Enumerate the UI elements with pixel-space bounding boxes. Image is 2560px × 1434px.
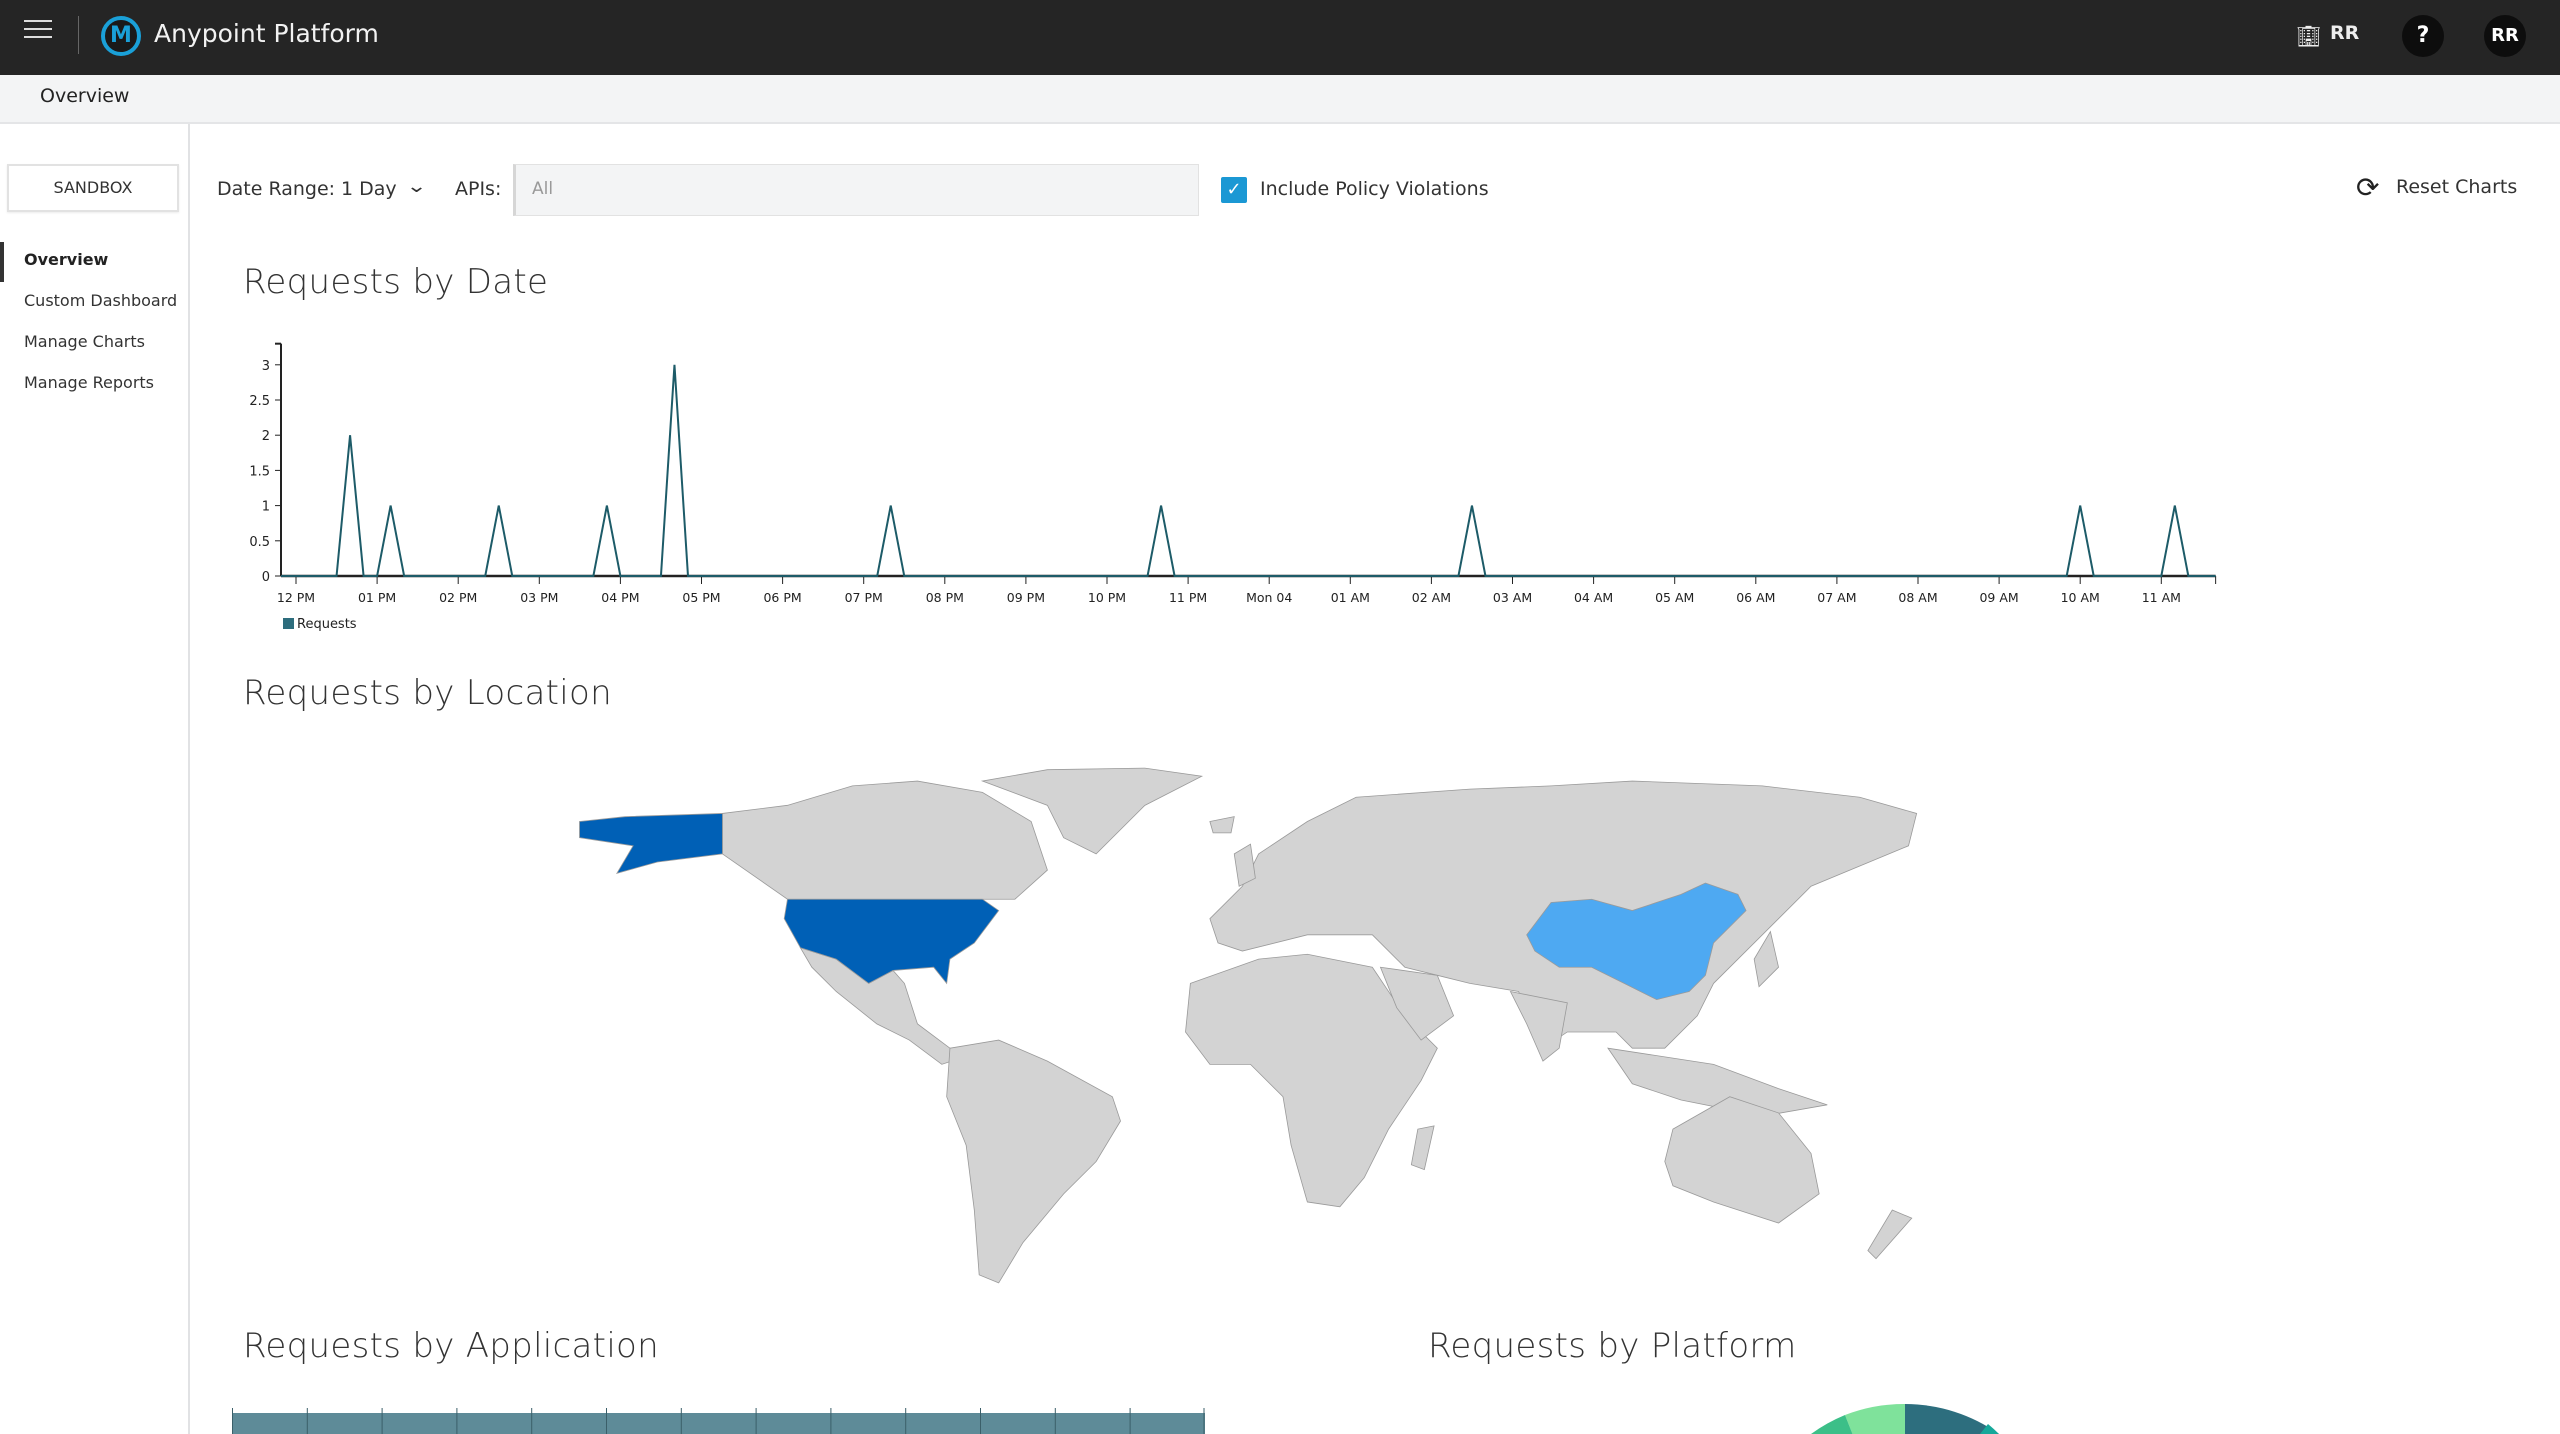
active-indicator <box>0 242 4 282</box>
x-tick-label: Mon 04 <box>1246 590 1292 605</box>
x-tick-label: 05 PM <box>682 590 720 605</box>
y-tick-label: 0.5 <box>249 535 270 550</box>
app-title[interactable]: Anypoint Platform <box>154 19 379 48</box>
y-tick-label: 1.5 <box>249 464 270 479</box>
refresh-icon[interactable]: ⟳ <box>2356 171 2379 204</box>
sidebar-item-custom-dashboard[interactable]: Custom Dashboard <box>24 291 177 310</box>
requests-by-location-title: Requests by Location <box>243 673 612 713</box>
map-australia <box>1664 1096 1820 1224</box>
building-icon[interactable]: 🏢︎ <box>2296 24 2321 48</box>
x-tick-label: 09 PM <box>1007 590 1045 605</box>
requests-by-application-chart <box>232 1408 1205 1434</box>
x-tick-label: 02 PM <box>439 590 477 605</box>
divider <box>78 16 79 54</box>
series-line-requests <box>281 364 2216 577</box>
y-tick-label: 2 <box>262 429 270 444</box>
environment-button[interactable]: SANDBOX <box>7 164 179 212</box>
x-tick-label: 10 PM <box>1088 590 1126 605</box>
subheader: Overview <box>0 75 2560 124</box>
x-tick-label: 01 PM <box>358 590 396 605</box>
x-tick-label: 12 PM <box>277 590 315 605</box>
chevron-down-icon[interactable]: ⌄ <box>406 176 427 197</box>
x-tick-label: 06 AM <box>1736 590 1775 605</box>
legend-swatch-requests <box>283 618 294 629</box>
date-range-label: Date Range: <box>217 178 336 200</box>
sidebar-divider <box>188 124 190 1434</box>
apis-label: APIs: <box>455 178 502 200</box>
x-tick-label: 05 AM <box>1655 590 1694 605</box>
map-south-america <box>946 1039 1121 1284</box>
requests-by-platform-chart <box>1811 1403 1999 1434</box>
page-title: Overview <box>40 85 130 107</box>
mulesoft-logo[interactable]: M <box>101 16 141 56</box>
x-tick-label: 08 PM <box>926 590 964 605</box>
requests-by-platform-title: Requests by Platform <box>1428 1326 1797 1366</box>
x-tick-label: 09 AM <box>1979 590 2018 605</box>
x-tick-label: 11 AM <box>2142 590 2181 605</box>
x-tick-label: 10 AM <box>2061 590 2100 605</box>
requests-by-date-chart: 0 0.5 1 1.5 2 2.5 3 12 PM 01 PM 02 PM 03 PM 04 PM 05… <box>249 342 2217 632</box>
x-tick-label: 04 PM <box>601 590 639 605</box>
top-navigation-bar: M Anypoint Platform 🏢︎ RR ? RR <box>0 0 2560 75</box>
map-iceland <box>1209 816 1235 834</box>
map-uk <box>1233 843 1256 887</box>
x-tick-label: 04 AM <box>1574 590 1613 605</box>
policy-violations-label[interactable]: Include Policy Violations <box>1260 178 1489 200</box>
x-tick-label: 11 PM <box>1169 590 1207 605</box>
sidebar-item-overview[interactable]: Overview <box>24 250 108 269</box>
x-tick-label: 06 PM <box>763 590 801 605</box>
apis-input[interactable]: All <box>513 164 1199 216</box>
avatar[interactable]: RR <box>2484 15 2526 57</box>
help-button[interactable]: ? <box>2402 15 2444 57</box>
x-tick-label: 08 AM <box>1898 590 1937 605</box>
sidebar-item-manage-charts[interactable]: Manage Charts <box>24 332 145 351</box>
y-tick-label: 0 <box>262 570 270 585</box>
y-tick-label: 3 <box>262 359 270 374</box>
map-canada <box>722 780 1048 900</box>
x-tick-label: 03 AM <box>1493 590 1532 605</box>
reset-charts-button[interactable]: Reset Charts <box>2396 176 2517 198</box>
sidebar-item-manage-reports[interactable]: Manage Reports <box>24 373 154 392</box>
policy-violations-checkbox[interactable]: ✓ <box>1221 177 1247 203</box>
requests-by-date-title: Requests by Date <box>243 262 549 302</box>
hamburger-icon[interactable] <box>24 20 52 42</box>
date-range-select[interactable]: 1 Day <box>341 178 397 200</box>
org-switcher[interactable]: RR <box>2330 22 2359 44</box>
pie-slice <box>1845 1403 1905 1434</box>
application-bar <box>232 1413 1205 1434</box>
map-new-zealand <box>1867 1209 1913 1260</box>
legend-label-requests: Requests <box>297 617 357 632</box>
world-map <box>579 767 1918 1284</box>
x-tick-label: 02 AM <box>1412 590 1451 605</box>
y-tick-label: 1 <box>262 500 270 515</box>
map-usa-alaska <box>579 813 723 874</box>
requests-by-application-title: Requests by Application <box>243 1326 660 1366</box>
x-tick-label: 01 AM <box>1331 590 1370 605</box>
x-tick-label: 03 PM <box>520 590 558 605</box>
y-tick-label: 2.5 <box>249 394 270 409</box>
map-madagascar <box>1410 1125 1435 1171</box>
map-india <box>1509 990 1568 1062</box>
x-tick-label: 07 AM <box>1817 590 1856 605</box>
x-tick-label: 07 PM <box>845 590 883 605</box>
